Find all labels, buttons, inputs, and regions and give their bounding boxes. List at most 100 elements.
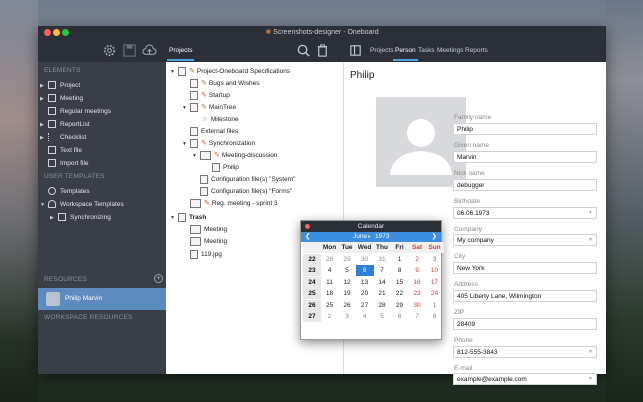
- calendar-day[interactable]: 5: [373, 311, 391, 322]
- tree-item[interactable]: Configuration file(s) "System": [192, 174, 295, 186]
- collapse-arrow-icon[interactable]: ▼: [192, 150, 200, 162]
- calendar-day[interactable]: 22: [391, 288, 409, 299]
- calendar-day[interactable]: 8: [426, 311, 444, 322]
- calendar-day[interactable]: 26: [338, 300, 356, 311]
- maximize-window-button[interactable]: [62, 29, 69, 36]
- tree-item[interactable]: Meeting: [182, 224, 227, 236]
- phone-field[interactable]: 812-555-3843 ▼: [453, 346, 597, 358]
- tree-item[interactable]: Meeting: [182, 236, 227, 248]
- calendar-day[interactable]: 1: [391, 254, 409, 265]
- calendar-day[interactable]: 13: [356, 277, 374, 288]
- month-select[interactable]: June: [353, 232, 367, 242]
- sidebar-item-templates[interactable]: Templates: [40, 186, 90, 198]
- tab-person[interactable]: Person: [393, 44, 418, 61]
- tab-meetings[interactable]: Meetings: [437, 44, 463, 57]
- sidebar-item-project[interactable]: ▶ Project: [40, 80, 80, 92]
- layout-panel-icon[interactable]: [348, 43, 363, 58]
- sidebar-item-checklist[interactable]: ▶ Checklist: [40, 132, 86, 144]
- calendar-day[interactable]: 29: [391, 300, 409, 311]
- calendar-day[interactable]: 29: [338, 254, 356, 265]
- tab-reports[interactable]: Reports: [465, 44, 488, 57]
- calendar-day[interactable]: 1: [426, 300, 444, 311]
- calendar-day[interactable]: 5: [338, 265, 356, 276]
- calendar-close-button[interactable]: [305, 224, 310, 229]
- calendar-day[interactable]: 18: [321, 288, 339, 299]
- sidebar-item-regular-meetings[interactable]: Regular meetings: [40, 106, 111, 118]
- calendar-day[interactable]: 14: [373, 277, 391, 288]
- calendar-day[interactable]: 8: [391, 265, 409, 276]
- tree-item[interactable]: 119.jpg: [182, 249, 222, 261]
- toolbar-projects-tab[interactable]: Projects: [166, 44, 196, 61]
- calendar-day[interactable]: 11: [321, 277, 339, 288]
- tree-item[interactable]: ▼ ✎ Synchronization: [182, 138, 255, 150]
- calendar-day[interactable]: 20: [356, 288, 374, 299]
- collapse-arrow-icon[interactable]: ▼: [170, 66, 178, 78]
- calendar-day[interactable]: 3: [338, 311, 356, 322]
- expand-arrow-icon[interactable]: ▶: [50, 212, 58, 224]
- calendar-day[interactable]: 7: [408, 311, 426, 322]
- family-name-field[interactable]: Philip: [453, 123, 597, 135]
- calendar-day[interactable]: 15: [391, 277, 409, 288]
- calendar-day[interactable]: 16: [408, 277, 426, 288]
- year-select[interactable]: 1973: [375, 232, 389, 242]
- search-icon[interactable]: [296, 43, 311, 58]
- calendar-day[interactable]: 28: [373, 300, 391, 311]
- cloud-upload-icon[interactable]: [142, 43, 157, 58]
- save-icon[interactable]: [122, 43, 137, 58]
- tree-item[interactable]: External files: [182, 126, 238, 138]
- sidebar-item-meeting[interactable]: ▶ Meeting: [40, 93, 83, 105]
- calendar-day[interactable]: 4: [321, 265, 339, 276]
- tree-item[interactable]: ✎ Reg. meeting - sprint 3: [182, 198, 278, 210]
- calendar-day[interactable]: 9: [408, 265, 426, 276]
- expand-arrow-icon[interactable]: ▶: [40, 93, 48, 105]
- settings-gear-icon[interactable]: [102, 43, 117, 58]
- sidebar-item-workspace-templates[interactable]: ▼ Workspace Templates: [40, 199, 124, 211]
- expand-arrow-icon[interactable]: ▶: [40, 80, 48, 92]
- calendar-day[interactable]: 3: [426, 254, 444, 265]
- collapse-arrow-icon[interactable]: ▼: [182, 102, 190, 114]
- calendar-day[interactable]: 19: [338, 288, 356, 299]
- tree-item[interactable]: Configuration file(s) "Forms": [192, 186, 292, 198]
- calendar-day[interactable]: 30: [408, 300, 426, 311]
- collapse-arrow-icon[interactable]: ▼: [182, 138, 190, 150]
- tab-tasks[interactable]: Tasks: [418, 44, 435, 57]
- tree-item-trash[interactable]: ▼ Trash: [170, 212, 206, 224]
- sidebar-item-reportlist[interactable]: ▶ ReportList: [40, 119, 90, 131]
- tree-item[interactable]: ▼ ✎ Project-Oneboard Specifications: [170, 66, 290, 78]
- calendar-day[interactable]: 6: [391, 311, 409, 322]
- nick-name-field[interactable]: debugger: [453, 179, 597, 191]
- collapse-arrow-icon[interactable]: ▼: [40, 199, 48, 211]
- calendar-day[interactable]: 21: [373, 288, 391, 299]
- tree-item[interactable]: ✎ Startup: [182, 90, 230, 102]
- calendar-day[interactable]: 7: [373, 265, 391, 276]
- calendar-day[interactable]: 10: [426, 265, 444, 276]
- company-field[interactable]: My company ▼: [453, 234, 597, 246]
- birthdate-field[interactable]: 06.06.1973 ▼: [453, 207, 597, 219]
- tree-item[interactable]: Philip: [204, 162, 239, 174]
- zip-field[interactable]: 28409: [453, 318, 597, 330]
- expand-arrow-icon[interactable]: ▶: [40, 132, 48, 144]
- given-name-field[interactable]: Marvin: [453, 151, 597, 163]
- calendar-day[interactable]: 6: [355, 265, 374, 276]
- calendar-day[interactable]: 4: [356, 311, 374, 322]
- tree-item[interactable]: ▼ ✎ Meeting-discussion: [192, 150, 278, 162]
- tree-item[interactable]: ☆ Milestone: [194, 114, 239, 126]
- sidebar-item-synchronizing[interactable]: ▶ Synchronizing: [50, 212, 111, 224]
- person-photo[interactable]: [376, 97, 466, 187]
- calendar-day[interactable]: 17: [426, 277, 444, 288]
- city-field[interactable]: New York: [453, 262, 597, 274]
- calendar-day[interactable]: 12: [338, 277, 356, 288]
- add-resource-button[interactable]: +: [154, 274, 163, 283]
- next-month-chevron-icon[interactable]: ❯: [432, 232, 437, 242]
- calendar-day[interactable]: 23: [408, 288, 426, 299]
- address-field[interactable]: 405 Liberty Lane, Wilmington: [453, 290, 597, 302]
- trash-icon[interactable]: [315, 43, 330, 58]
- calendar-day[interactable]: 28: [321, 254, 339, 265]
- collapse-arrow-icon[interactable]: ▼: [170, 212, 178, 224]
- tab-projects[interactable]: Projects: [370, 44, 393, 57]
- close-window-button[interactable]: [44, 29, 51, 36]
- email-field[interactable]: example@example.com ▼: [453, 373, 597, 385]
- sidebar-item-text-file[interactable]: Text file: [40, 145, 82, 157]
- calendar-day[interactable]: 24: [426, 288, 444, 299]
- sidebar-item-import-file[interactable]: Import file: [40, 158, 89, 170]
